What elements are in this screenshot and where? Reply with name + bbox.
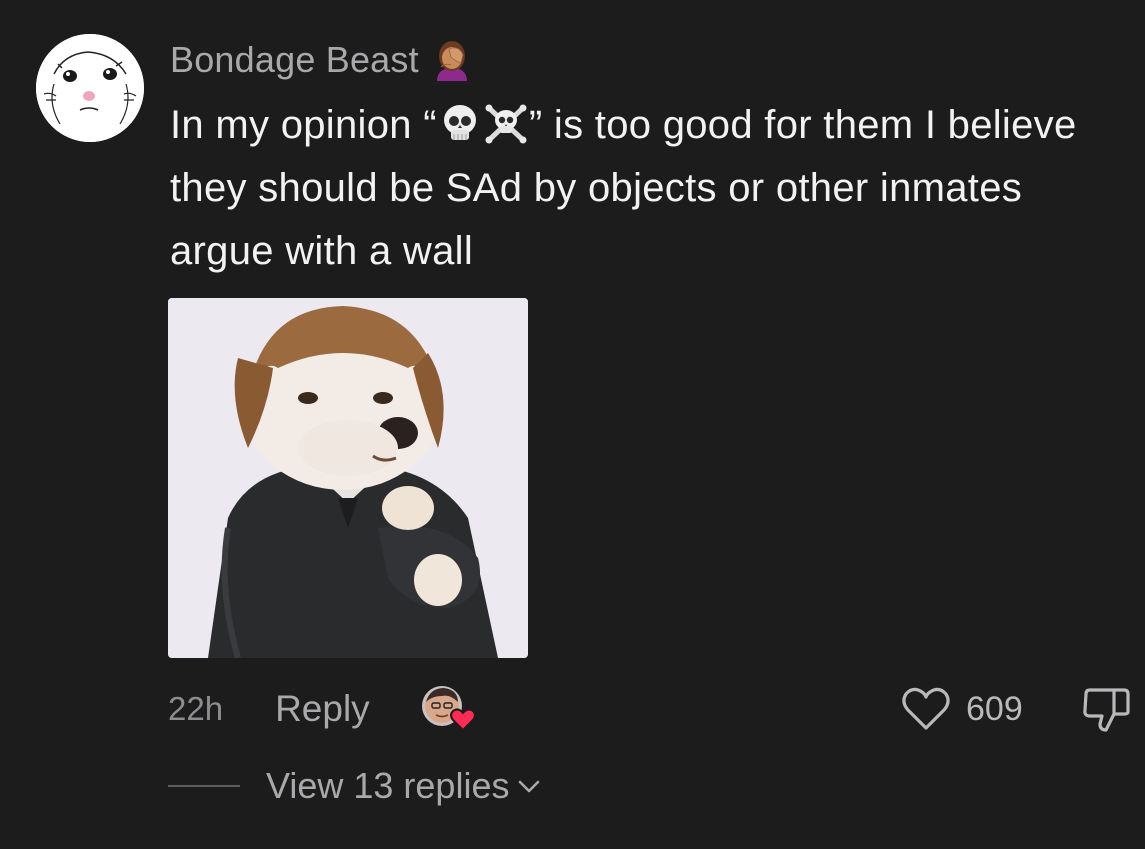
heart-outline-icon[interactable] <box>900 686 952 732</box>
comment-text: In my opinion “” is too good for them I … <box>170 94 1130 283</box>
thumbs-down-outline-icon[interactable] <box>1080 686 1132 734</box>
view-replies-button[interactable]: View 13 replies <box>266 765 543 807</box>
user-avatar[interactable] <box>36 34 144 142</box>
comment-item: Bondage Beast In my opinion “” is too go… <box>0 0 1145 849</box>
view-replies-row: View 13 replies <box>168 762 543 810</box>
like-count: 609 <box>966 689 1023 728</box>
creator-liked-badge <box>420 684 476 734</box>
username[interactable]: Bondage Beast <box>170 39 419 81</box>
facepalm-icon <box>436 41 467 81</box>
chevron-down-icon <box>519 780 540 793</box>
gif-attachment[interactable] <box>168 298 528 658</box>
comment-text-part-1: In my opinion “ <box>170 103 437 147</box>
creator-liked-heart-icon <box>449 708 476 732</box>
view-replies-label: View 13 replies <box>266 765 510 806</box>
comment-meta: 22h Reply <box>168 684 476 734</box>
replies-divider <box>168 785 240 787</box>
username-row: Bondage Beast <box>170 36 475 84</box>
skull-crossbones-icon <box>483 100 529 146</box>
skull-icon <box>437 100 483 146</box>
like-group: 609 <box>900 684 1023 734</box>
hamster-avatar-image <box>36 34 144 142</box>
reply-button[interactable]: Reply <box>275 688 370 730</box>
dog-in-suit-image <box>168 298 528 658</box>
timestamp: 22h <box>168 690 224 727</box>
